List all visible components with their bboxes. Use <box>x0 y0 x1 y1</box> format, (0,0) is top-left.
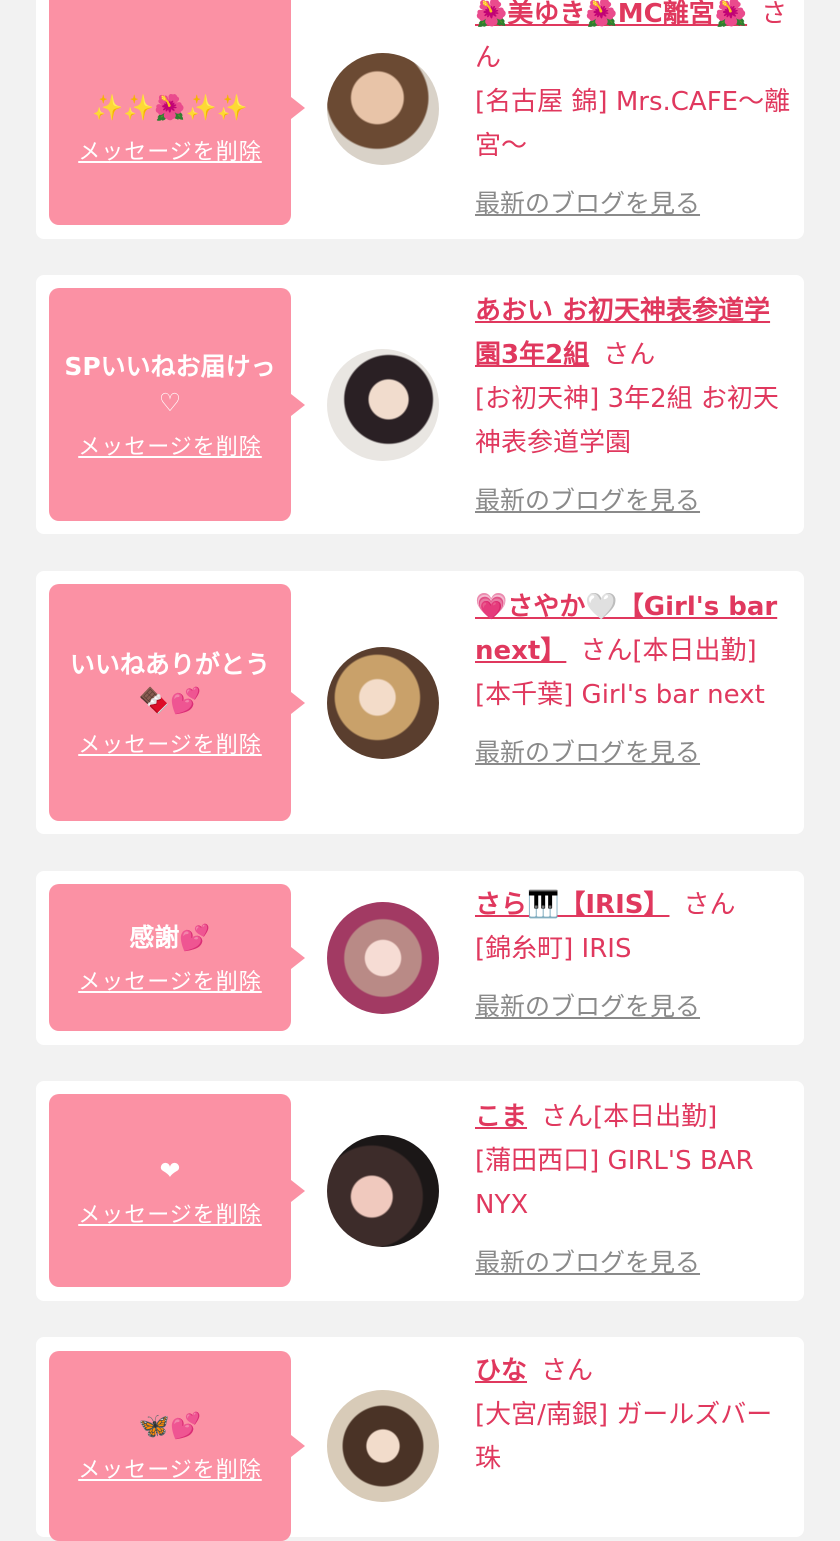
message-bubble: ❤ メッセージを削除 <box>49 1094 291 1287</box>
avatar[interactable] <box>327 647 439 759</box>
sender-name-link[interactable]: ひな <box>475 1356 527 1386</box>
avatar[interactable] <box>327 349 439 461</box>
latest-blog-link[interactable]: 最新のブログを見る <box>475 182 795 226</box>
shop-name: [お初天神] 3年2組 お初天神表参道学園 <box>475 384 779 458</box>
delete-message-link[interactable]: メッセージを削除 <box>78 134 262 166</box>
message-text: ❤ <box>159 1155 181 1185</box>
latest-blog-link[interactable]: 最新のブログを見る <box>475 985 795 1029</box>
status-text: [本日出勤] <box>593 1102 718 1132</box>
shop-name: [本千葉] Girl's bar next <box>475 680 765 710</box>
message-text: 🦋💕 <box>138 1411 202 1440</box>
shop-name: [大宮/南銀] ガールズバー 珠 <box>475 1400 773 1474</box>
message-card: 感謝💕 メッセージを削除 さら🎹【IRIS】 さん [錦糸町] IRIS 最新のブ… <box>36 871 804 1045</box>
message-text: いいねありがとう🍫💕 <box>69 649 270 715</box>
message-bubble: ✨✨🌺✨✨ メッセージを削除 <box>49 0 291 225</box>
latest-blog-link[interactable]: 最新のブログを見る <box>475 731 795 775</box>
message-text: SPいいねお届けっ♡ <box>64 351 276 417</box>
honorific: さん <box>683 890 736 920</box>
sender-info: 🌺美ゆき🌺MC離宮🌺 さん [名古屋 錦] Mrs.CAFE〜離宮〜 最新のブログ… <box>475 0 795 226</box>
message-bubble: 🦋💕 メッセージを削除 <box>49 1351 291 1541</box>
avatar[interactable] <box>327 1135 439 1247</box>
status-text: [本日出勤] <box>632 636 757 666</box>
message-text: ✨✨🌺✨✨ <box>92 92 248 122</box>
sender-info: さら🎹【IRIS】 さん [錦糸町] IRIS 最新のブログを見る <box>475 883 795 1029</box>
message-bubble: いいねありがとう🍫💕 メッセージを削除 <box>49 584 291 821</box>
delete-message-link[interactable]: メッセージを削除 <box>78 1197 262 1229</box>
message-card: 🦋💕 メッセージを削除 ひな さん [大宮/南銀] ガールズバー 珠 <box>36 1337 804 1541</box>
latest-blog-link[interactable]: 最新のブログを見る <box>475 479 795 523</box>
shop-name: [錦糸町] IRIS <box>475 934 632 964</box>
honorific: さん <box>580 636 633 666</box>
sender-info: 💗さやか🤍【Girl's bar next】 さん[本日出勤] [本千葉] Gir… <box>475 585 795 775</box>
sender-info: こま さん[本日出勤] [蒲田西口] GIRL'S BAR NYX 最新のブログを… <box>475 1095 795 1285</box>
sender-info: ひな さん [大宮/南銀] ガールズバー 珠 <box>475 1349 795 1481</box>
message-bubble: 感謝💕 メッセージを削除 <box>49 884 291 1031</box>
sender-name-link[interactable]: 🌺美ゆき🌺MC離宮🌺 <box>475 0 747 29</box>
delete-message-link[interactable]: メッセージを削除 <box>78 964 262 996</box>
delete-message-link[interactable]: メッセージを削除 <box>78 429 262 461</box>
message-card: いいねありがとう🍫💕 メッセージを削除 💗さやか🤍【Girl's bar nex… <box>36 571 804 834</box>
honorific: さん <box>603 340 656 370</box>
message-card: ✨✨🌺✨✨ メッセージを削除 🌺美ゆき🌺MC離宮🌺 さん [名古屋 錦] Mrs.… <box>36 0 804 239</box>
avatar[interactable] <box>327 902 439 1014</box>
delete-message-link[interactable]: メッセージを削除 <box>78 1452 262 1484</box>
honorific: さん <box>541 1356 594 1386</box>
avatar[interactable] <box>327 53 439 165</box>
sender-name-link[interactable]: こま <box>475 1102 527 1132</box>
sender-info: あおい お初天神表参道学園3年2組 さん [お初天神] 3年2組 お初天神表参道学… <box>475 289 795 523</box>
shop-name: [名古屋 錦] Mrs.CAFE〜離宮〜 <box>475 87 791 161</box>
shop-name: [蒲田西口] GIRL'S BAR NYX <box>475 1146 754 1220</box>
avatar[interactable] <box>327 1390 439 1502</box>
message-bubble: SPいいねお届けっ♡ メッセージを削除 <box>49 288 291 521</box>
message-card: ❤ メッセージを削除 こま さん[本日出勤] [蒲田西口] GIRL'S BAR … <box>36 1081 804 1301</box>
sender-name-link[interactable]: さら🎹【IRIS】 <box>475 890 669 920</box>
message-card: SPいいねお届けっ♡ メッセージを削除 あおい お初天神表参道学園3年2組 さん … <box>36 275 804 534</box>
honorific: さん <box>541 1102 594 1132</box>
delete-message-link[interactable]: メッセージを削除 <box>78 727 262 759</box>
message-text: 感謝💕 <box>129 922 211 952</box>
latest-blog-link[interactable]: 最新のブログを見る <box>475 1241 795 1285</box>
